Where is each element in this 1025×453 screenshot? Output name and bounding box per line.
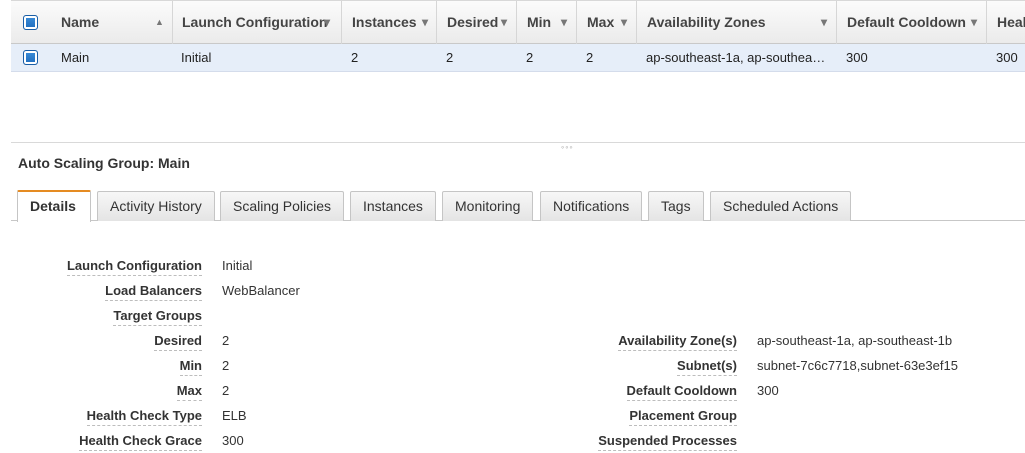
label-availability-zones: Availability Zone(s) [618,333,737,351]
label-max: Max [176,383,202,401]
panel-title: Auto Scaling Group: Main [18,155,190,171]
tab-details[interactable]: Details [17,190,91,222]
col-label: Name [61,14,100,30]
chevron-down-icon[interactable]: ▾ [971,1,977,44]
col-header-launch-configuration[interactable]: Launch Configuration ▾ [172,1,342,44]
col-header-min[interactable]: Min ▾ [517,1,577,44]
col-label: Default Cooldown [847,14,966,30]
label-load-balancers: Load Balancers [105,283,202,301]
col-header-instances[interactable]: Instances ▾ [342,1,437,44]
col-header-availability-zones[interactable]: Availability Zones ▾ [637,1,837,44]
tab-instances[interactable]: Instances [350,191,436,221]
value-availability-zones: ap-southeast-1a, ap-southeast-1b [757,333,953,348]
label-placement-group: Placement Group [629,408,737,426]
value-desired: 2 [222,333,230,348]
cell-health: 300 [996,50,1018,65]
tab-activity-history[interactable]: Activity History [97,191,215,221]
chevron-down-icon[interactable]: ▾ [501,1,507,44]
col-label: Instances [352,14,417,30]
cell-launch-configuration: Initial [181,50,212,65]
chevron-down-icon[interactable]: ▾ [821,1,827,44]
value-subnets: subnet-7c6c7718,subnet-63e3ef15 [757,358,958,373]
value-launch-configuration: Initial [222,258,253,273]
label-launch-configuration: Launch Configuration [66,258,202,276]
row-checkbox[interactable] [23,50,38,65]
col-label: Availability Zones [647,14,766,30]
col-label: Heal [997,14,1025,30]
cell-instances: 2 [351,50,359,65]
chevron-down-icon[interactable]: ▾ [422,1,428,44]
label-health-check-grace: Health Check Grace [79,433,202,451]
drag-handle-icon[interactable]: ◦◦◦ [561,142,574,152]
cell-default-cooldown: 300 [846,50,868,65]
col-label: Min [527,14,552,30]
col-header-default-cooldown[interactable]: Default Cooldown ▾ [837,1,987,44]
chevron-down-icon[interactable]: ▾ [324,1,330,44]
col-label: Desired [447,14,499,30]
col-header-health[interactable]: Heal [987,1,1025,44]
value-default-cooldown: 300 [757,383,779,398]
label-health-check-type: Health Check Type [86,408,202,426]
label-default-cooldown: Default Cooldown [626,383,737,401]
label-subnets: Subnet(s) [677,358,737,376]
tab-scaling-policies[interactable]: Scaling Policies [220,191,345,221]
col-label: Launch Configuration [182,14,328,30]
tab-tags[interactable]: Tags [648,191,704,221]
select-all-checkbox[interactable] [23,15,38,30]
cell-max: 2 [586,50,594,65]
tab-scheduled-actions[interactable]: Scheduled Actions [710,191,852,221]
tab-monitoring[interactable]: Monitoring [442,191,534,221]
details-tabbar: Details Activity History Scaling Policie… [11,190,1025,222]
table-row[interactable]: Main Initial 2 2 2 2 ap-southeast-1a, ap… [11,44,1025,72]
chevron-down-icon[interactable]: ▾ [621,1,627,44]
value-health-check-grace: 300 [222,433,244,448]
asg-grid: Name ▲ Launch Configuration ▾ Instances … [11,0,1025,72]
label-suspended-processes: Suspended Processes [598,433,737,451]
chevron-down-icon[interactable]: ▾ [561,1,567,44]
sort-asc-icon[interactable]: ▲ [155,1,164,44]
col-header-max[interactable]: Max ▾ [577,1,637,44]
col-header-name[interactable]: Name ▲ [51,1,173,44]
cell-name: Main [61,50,90,65]
col-header-desired[interactable]: Desired ▾ [437,1,517,44]
panel-splitter[interactable] [11,142,1025,143]
col-label: Max [587,14,615,30]
value-load-balancers: WebBalancer [222,283,300,298]
grid-header: Name ▲ Launch Configuration ▾ Instances … [11,0,1025,44]
tab-notifications[interactable]: Notifications [540,191,643,221]
label-desired: Desired [154,333,202,351]
cell-availability-zones: ap-southeast-1a, ap-southea… [646,50,826,65]
cell-min: 2 [526,50,534,65]
value-min: 2 [222,358,230,373]
value-health-check-type: ELB [222,408,247,423]
value-max: 2 [222,383,230,398]
label-min: Min [179,358,202,376]
label-target-groups: Target Groups [113,308,202,326]
cell-desired: 2 [446,50,454,65]
